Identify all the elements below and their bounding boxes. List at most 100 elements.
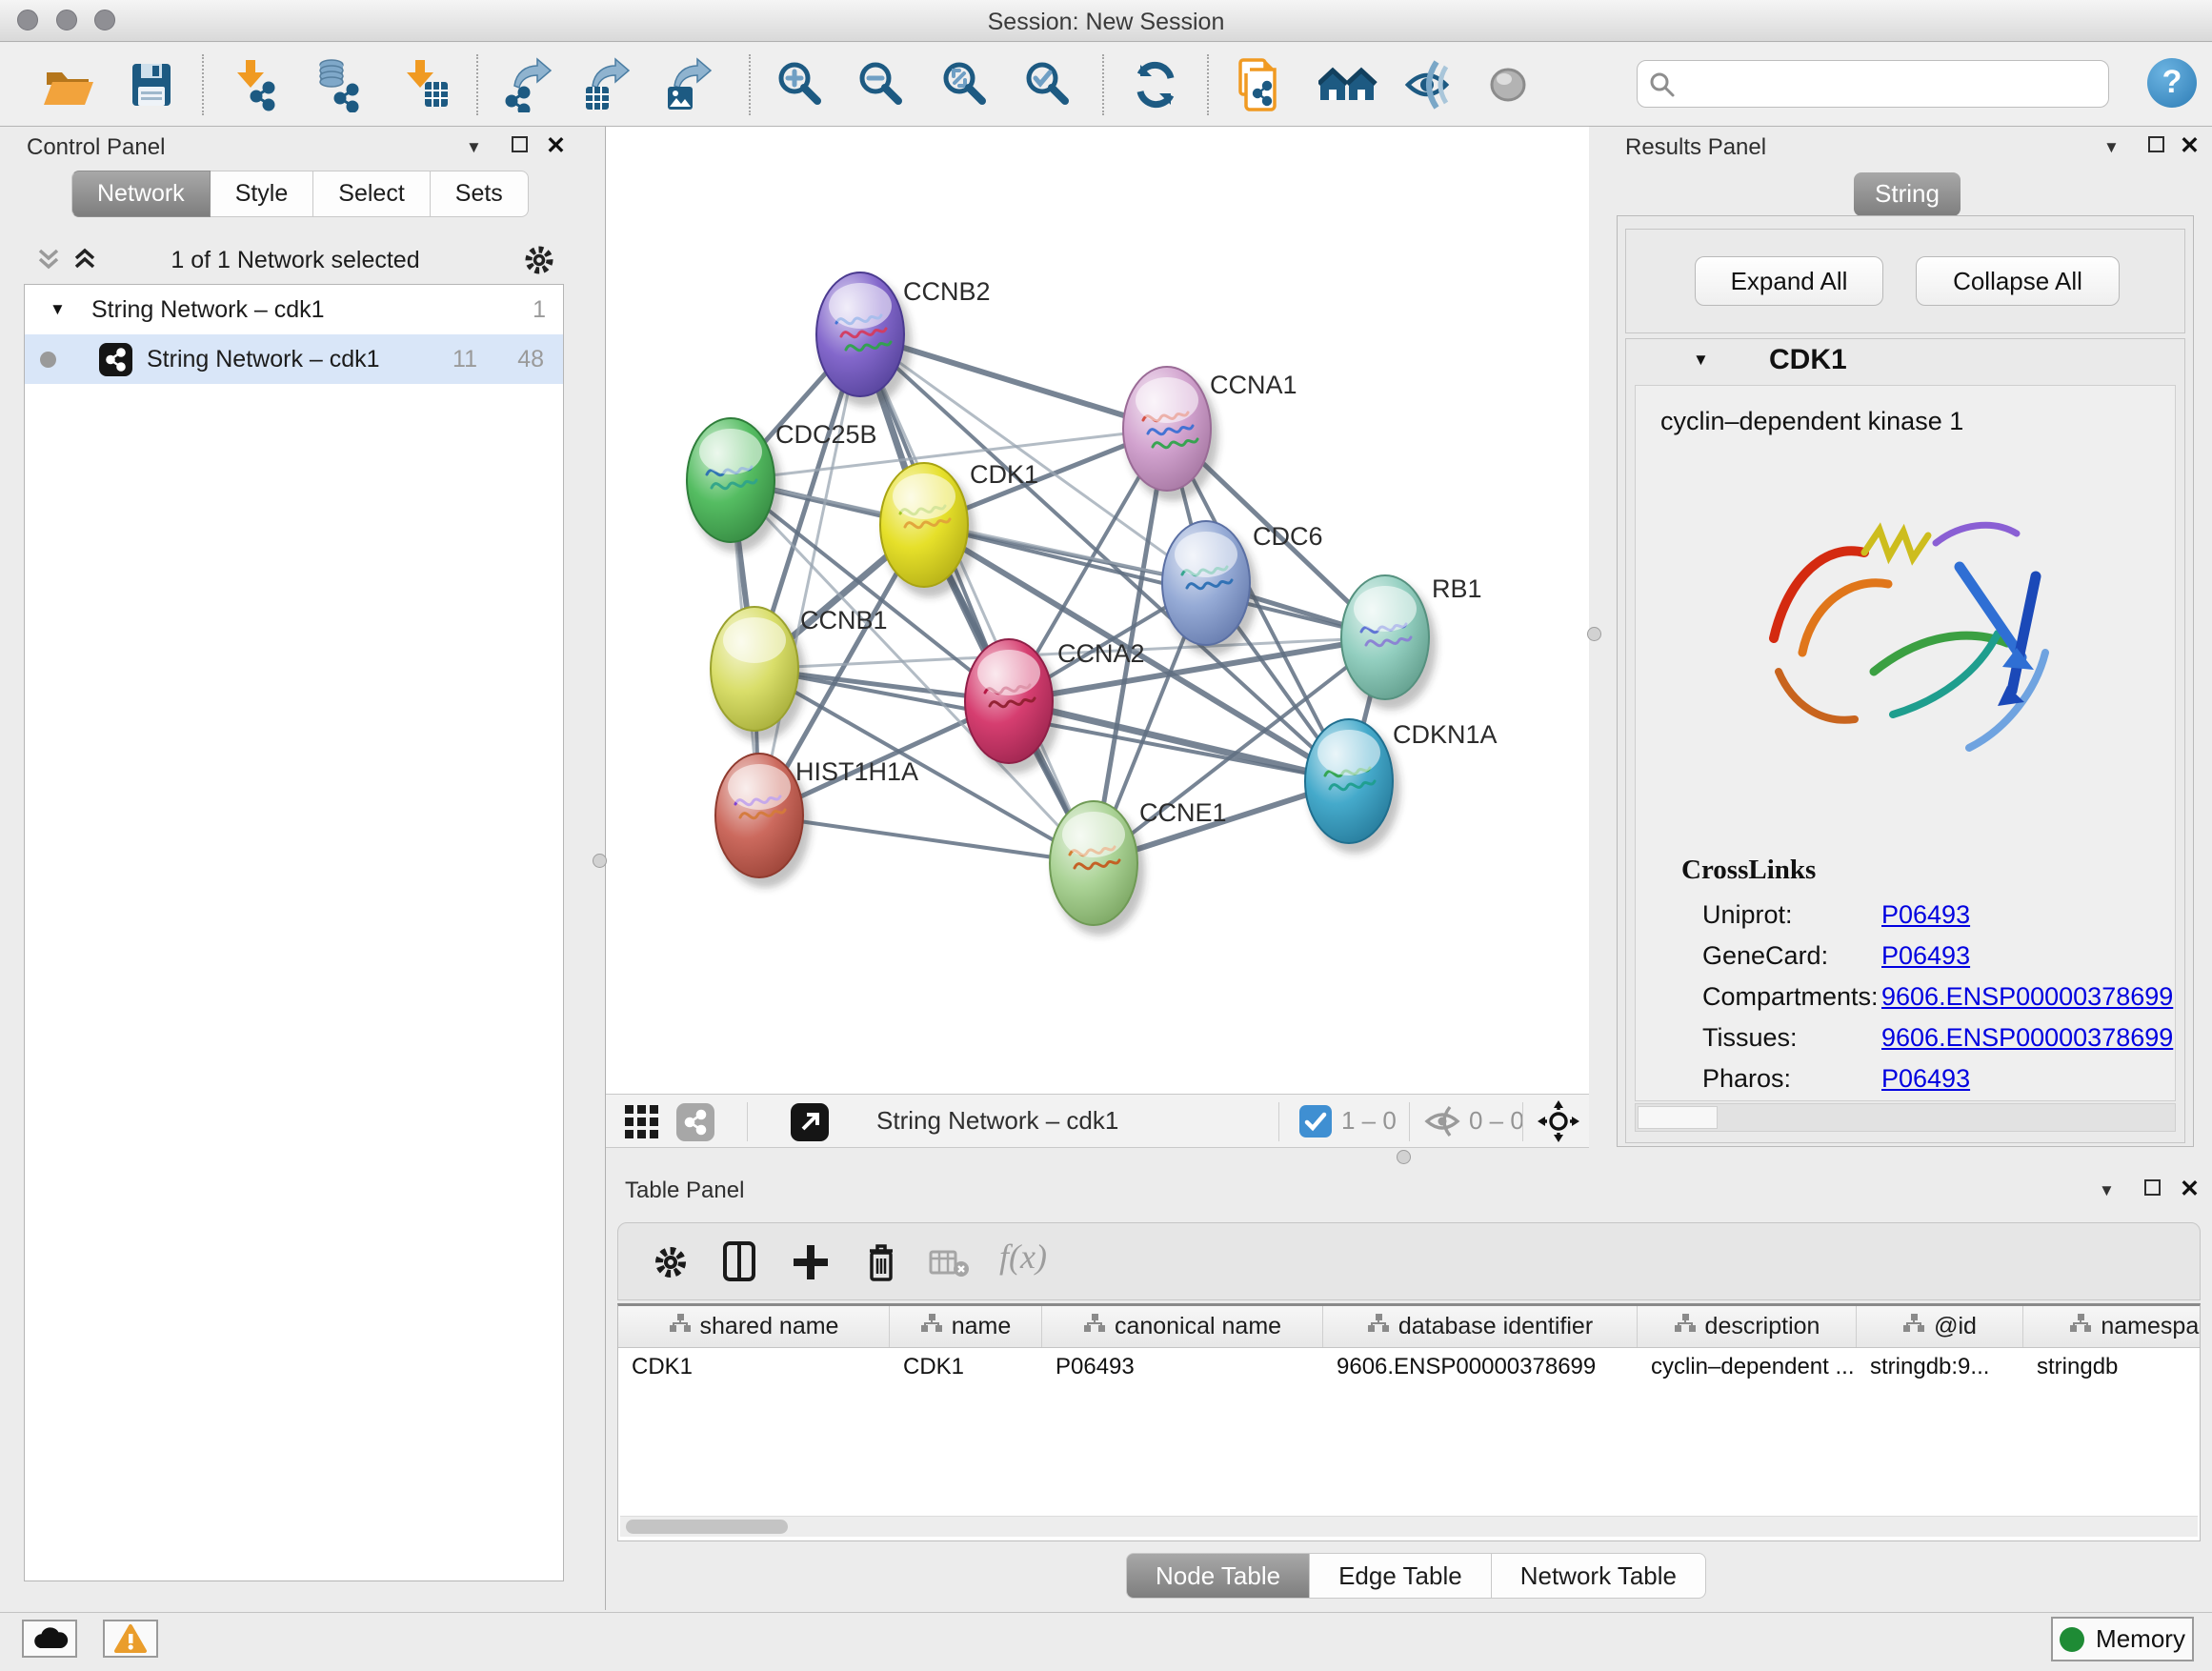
edge-CCNB2-HIST1H1A[interactable] bbox=[759, 334, 860, 815]
delete-column-icon[interactable] bbox=[862, 1239, 900, 1288]
panel-float-icon[interactable] bbox=[2144, 1179, 2161, 1196]
search-input[interactable] bbox=[1637, 60, 2109, 108]
memory-button[interactable]: Memory bbox=[2051, 1617, 2194, 1661]
hide-panel-eye-icon[interactable] bbox=[1402, 57, 1458, 112]
column-header--id[interactable]: @id bbox=[1857, 1306, 2023, 1347]
table-panel-title: Table Panel bbox=[625, 1178, 744, 1204]
column-header-shared-name[interactable]: shared name bbox=[618, 1306, 890, 1347]
panel-menu-icon[interactable]: ▼ bbox=[2103, 138, 2120, 157]
show-panel-eye-icon[interactable] bbox=[1482, 57, 1538, 112]
panel-menu-icon[interactable]: ▼ bbox=[2099, 1181, 2115, 1200]
disclosure-triangle-icon[interactable]: ▼ bbox=[50, 285, 66, 334]
network-tree-item[interactable]: String Network – cdk1 11 48 bbox=[25, 334, 563, 384]
expand-all-button[interactable]: Expand All bbox=[1695, 256, 1883, 306]
panel-close-icon[interactable]: ✕ bbox=[2180, 131, 2200, 160]
crosslink-value-link[interactable]: P06493 bbox=[1881, 941, 1970, 971]
collapse-all-button[interactable]: Collapse All bbox=[1916, 256, 2120, 306]
warnings-button[interactable] bbox=[103, 1620, 158, 1658]
crosslink-value-link[interactable]: P06493 bbox=[1881, 1064, 1970, 1094]
node-RB1[interactable] bbox=[1341, 575, 1437, 710]
gear-icon[interactable] bbox=[652, 1243, 690, 1286]
zoom-in-icon[interactable] bbox=[774, 57, 829, 112]
table-cell[interactable]: stringdb bbox=[2023, 1348, 2201, 1388]
node-CDKN1A[interactable] bbox=[1305, 719, 1400, 854]
table-cell[interactable]: stringdb:9... bbox=[1857, 1348, 2023, 1388]
home-icon[interactable] bbox=[1318, 57, 1374, 112]
share-document-icon[interactable] bbox=[1233, 57, 1288, 112]
selected-checkbox-icon[interactable] bbox=[1299, 1105, 1332, 1142]
vertical-splitter-grip[interactable] bbox=[593, 854, 607, 868]
add-column-icon[interactable] bbox=[792, 1241, 830, 1288]
node-CCNA2[interactable] bbox=[965, 639, 1060, 774]
panel-close-icon[interactable]: ✕ bbox=[546, 131, 566, 160]
results-panel-title: Results Panel bbox=[1625, 134, 1766, 161]
column-header-canonical-name[interactable]: canonical name bbox=[1042, 1306, 1323, 1347]
network-graph[interactable]: CCNB2CCNA1CDC25BCDK1CDC6RB1CCNB1CCNA2CDK… bbox=[606, 127, 1589, 1094]
select-columns-icon[interactable] bbox=[721, 1241, 759, 1288]
tab-string[interactable]: String bbox=[1854, 172, 1961, 216]
crosslink-row: Tissues:9606.ENSP00000378699 bbox=[1702, 1023, 2160, 1064]
open-file-icon[interactable] bbox=[40, 57, 95, 112]
panel-float-icon[interactable] bbox=[512, 136, 528, 152]
zoom-selected-icon[interactable] bbox=[1021, 57, 1076, 112]
tab-network[interactable]: Network bbox=[71, 171, 211, 217]
collapse-all-icon[interactable] bbox=[34, 245, 63, 278]
node-CDC6[interactable] bbox=[1162, 521, 1257, 655]
column-header-database-identifier[interactable]: database identifier bbox=[1323, 1306, 1638, 1347]
table-cell[interactable]: cyclin–dependent ... bbox=[1638, 1348, 1857, 1388]
table-cell[interactable]: CDK1 bbox=[890, 1348, 1042, 1388]
panel-close-icon[interactable]: ✕ bbox=[2180, 1175, 2200, 1203]
grid-view-icon[interactable] bbox=[623, 1103, 661, 1146]
node-CCNB2[interactable] bbox=[816, 272, 912, 407]
network-view-icon[interactable] bbox=[676, 1103, 714, 1146]
table-row[interactable]: CDK1CDK1P064939606.ENSP00000378699cyclin… bbox=[618, 1348, 2200, 1388]
detach-view-icon[interactable] bbox=[791, 1103, 829, 1146]
crosshair-icon[interactable] bbox=[1538, 1100, 1580, 1148]
tab-select[interactable]: Select bbox=[313, 171, 430, 217]
column-header-name[interactable]: name bbox=[890, 1306, 1042, 1347]
crosslink-value-link[interactable]: 9606.ENSP00000378699 bbox=[1881, 982, 2173, 1012]
tab-node-table[interactable]: Node Table bbox=[1126, 1553, 1310, 1599]
column-header-namespace[interactable]: namespace bbox=[2023, 1306, 2201, 1347]
column-tree-icon bbox=[1083, 1313, 1106, 1340]
node-CCNE1[interactable] bbox=[1050, 801, 1145, 936]
save-session-icon[interactable] bbox=[124, 57, 179, 112]
scrollbar-thumb[interactable] bbox=[1638, 1106, 1718, 1129]
import-network-database-icon[interactable] bbox=[312, 57, 368, 112]
expand-all-icon[interactable] bbox=[70, 245, 99, 278]
zoom-fit-icon[interactable] bbox=[938, 57, 994, 112]
node-CCNB1[interactable] bbox=[711, 607, 806, 741]
refresh-icon[interactable] bbox=[1128, 57, 1183, 112]
table-cell[interactable]: P06493 bbox=[1042, 1348, 1323, 1388]
column-tree-icon bbox=[1367, 1313, 1390, 1340]
export-table-icon[interactable] bbox=[581, 57, 636, 112]
export-image-icon[interactable] bbox=[663, 57, 718, 112]
disclosure-triangle-icon[interactable]: ▼ bbox=[1693, 351, 1709, 370]
tab-edge-table[interactable]: Edge Table bbox=[1310, 1553, 1492, 1599]
cloud-button[interactable] bbox=[22, 1620, 77, 1658]
tab-style[interactable]: Style bbox=[211, 171, 314, 217]
crosslink-value-link[interactable]: P06493 bbox=[1881, 900, 1970, 930]
table-cell[interactable]: CDK1 bbox=[618, 1348, 890, 1388]
panel-float-icon[interactable] bbox=[2148, 136, 2164, 152]
tab-sets[interactable]: Sets bbox=[431, 171, 529, 217]
horizontal-splitter-grip[interactable] bbox=[1397, 1150, 1411, 1164]
export-network-icon[interactable] bbox=[503, 57, 558, 112]
import-network-icon[interactable] bbox=[231, 57, 286, 112]
network-canvas[interactable]: CCNB2CCNA1CDC25BCDK1CDC6RB1CCNB1CCNA2CDK… bbox=[606, 127, 1589, 1094]
column-header-description[interactable]: description bbox=[1638, 1306, 1857, 1347]
panel-menu-icon[interactable]: ▼ bbox=[466, 138, 482, 157]
table-cell[interactable]: 9606.ENSP00000378699 bbox=[1323, 1348, 1638, 1388]
import-table-icon[interactable] bbox=[400, 57, 455, 112]
results-horizontal-scrollbar[interactable] bbox=[1635, 1103, 2176, 1132]
scrollbar-thumb[interactable] bbox=[626, 1520, 788, 1534]
vertical-splitter-grip[interactable] bbox=[1587, 627, 1601, 641]
network-tree-root[interactable]: ▼ String Network – cdk1 1 bbox=[25, 285, 563, 334]
help-button[interactable]: ? bbox=[2147, 58, 2197, 108]
control-panel-tabs: NetworkStyleSelectSets bbox=[71, 171, 529, 217]
crosslink-value-link[interactable]: 9606.ENSP00000378699 bbox=[1881, 1023, 2173, 1053]
gear-icon[interactable] bbox=[522, 243, 556, 282]
zoom-out-icon[interactable] bbox=[855, 57, 910, 112]
tab-network-table[interactable]: Network Table bbox=[1492, 1553, 1706, 1599]
table-horizontal-scrollbar[interactable] bbox=[620, 1516, 2198, 1537]
